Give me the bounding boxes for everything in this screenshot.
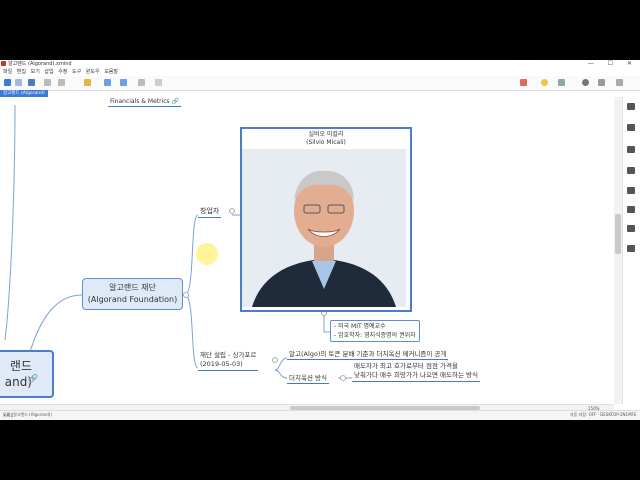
tasks-icon[interactable] <box>627 245 635 252</box>
menu-bar: 파일 편집 보기 삽입 수정 도구 윈도우 도움말 <box>0 68 640 76</box>
toolbar <box>0 76 640 91</box>
link-icon[interactable]: 🔗 <box>172 98 179 105</box>
menu-tools[interactable]: 도구 <box>72 68 81 76</box>
subtopic-icon[interactable] <box>120 79 127 86</box>
app-logo-icon <box>1 61 6 66</box>
window-controls[interactable]: — ☐ ✕ <box>588 60 638 68</box>
comments-icon[interactable] <box>627 225 635 232</box>
menu-view[interactable]: 보기 <box>31 68 40 76</box>
search-icon[interactable] <box>582 79 589 86</box>
financials-node[interactable]: Financials & Metrics 🔗 <box>108 98 182 107</box>
tab-algorand[interactable]: 알고랜드 (Algorand) <box>0 90 48 97</box>
zoom-level[interactable]: 150% <box>588 406 599 411</box>
zoom-icon[interactable] <box>598 79 605 86</box>
link-icon[interactable]: 🔗 <box>28 374 38 383</box>
dutch-auction-desc-node[interactable]: 매도자가 최고 호가로부터 점점 가격을 낮춰가다 매수 희망가가 나오면 매도… <box>352 362 480 382</box>
notes-icon[interactable] <box>627 206 635 213</box>
marker-icon[interactable] <box>627 167 635 174</box>
outline-icon[interactable] <box>627 103 635 110</box>
foundation-node[interactable]: 알고랜드 재단 (Algorand Foundation) <box>82 278 183 310</box>
portrait-image <box>242 149 406 307</box>
vertical-scrollbar[interactable] <box>614 97 622 404</box>
save-icon[interactable] <box>28 79 35 86</box>
dutch-auction-node[interactable]: 더치옥션 방식 <box>287 372 329 384</box>
menu-window[interactable]: 윈도우 <box>86 68 100 76</box>
person-name-ko: 실비오 미칼리 <box>308 131 344 138</box>
status-bar-text: 토픽 (알고랜드 (Algorand)) 150% 자동 저장: OFF · D… <box>0 406 640 420</box>
financials-label: Financials & Metrics <box>110 98 170 105</box>
icon-library-icon[interactable] <box>627 187 635 194</box>
menu-modify[interactable]: 수정 <box>58 68 67 76</box>
desc-line-2: - 암호학자: 영지식증명의 권위자 <box>334 332 416 339</box>
new-icon[interactable] <box>15 79 22 86</box>
menu-file[interactable]: 파일 <box>3 68 12 76</box>
menu-edit[interactable]: 편집 <box>17 68 26 76</box>
root-label-1: 랜드 <box>9 359 32 373</box>
silvio-micali-photo-node[interactable]: 실비오 미칼리 (Silvio Micali) <box>240 127 412 312</box>
undo-icon[interactable] <box>44 79 51 86</box>
dutch-desc-line-1: 매도자가 최고 호가로부터 점점 가격을 <box>354 362 458 370</box>
root-node[interactable]: 랜드 and) <box>0 350 54 398</box>
image-icon[interactable] <box>627 146 635 153</box>
foundation-label-en: (Algorand Foundation) <box>87 295 178 304</box>
present-icon[interactable] <box>558 79 565 86</box>
menu-insert[interactable]: 삽입 <box>44 68 53 76</box>
status-autosave: 자동 저장: OFF · DESKTOP-2N1MFE <box>570 412 637 417</box>
topic-icon[interactable] <box>104 79 111 86</box>
dutch-desc-line-2: 낮춰가다 매수 희망가가 나오면 매도하는 방식 <box>354 371 478 379</box>
token-distribution-node[interactable]: 알고(Algo)의 토큰 분배 기준과 더치옥션 메커니즘이 공개 <box>287 348 449 360</box>
window-title: 알고랜드 (Algorand).xmind <box>8 61 72 67</box>
idea-lightbulb-icon[interactable] <box>541 79 548 86</box>
title-bar: 알고랜드 (Algorand).xmind — ☐ ✕ <box>0 60 640 68</box>
panel-icon[interactable] <box>616 79 623 86</box>
redo-icon[interactable] <box>58 79 65 86</box>
cursor-highlight <box>196 243 218 265</box>
founded-date: (2019-05-03) <box>200 360 243 368</box>
founded-node[interactable]: 재단 설립 - 싱가포르 (2019-05-03) <box>198 351 259 371</box>
format-icon[interactable] <box>627 124 635 131</box>
person-desc-node[interactable]: - 미국 MIT 명예교수 - 암호학자: 영지식증명의 권위자 <box>330 320 420 342</box>
vertical-scroll-thumb[interactable] <box>615 214 621 254</box>
share-icon[interactable] <box>520 79 527 86</box>
menu-help[interactable]: 도움말 <box>104 68 118 76</box>
desc-line-1: - 미국 MIT 명예교수 <box>334 323 386 330</box>
person-name-en: (Silvio Micali) <box>306 139 346 146</box>
founder-node[interactable]: 창업자 <box>198 206 222 218</box>
foundation-label-ko: 알고랜드 재단 <box>109 283 156 292</box>
right-panel-bar <box>622 97 640 404</box>
status-topic: 토픽 (알고랜드 (Algorand)) <box>3 412 52 417</box>
home-icon[interactable] <box>4 79 11 86</box>
relationship-icon[interactable] <box>138 79 145 86</box>
folder-icon[interactable] <box>84 79 91 86</box>
founded-label: 재단 설립 - 싱가포르 <box>200 351 257 359</box>
more-icon[interactable] <box>155 79 162 86</box>
